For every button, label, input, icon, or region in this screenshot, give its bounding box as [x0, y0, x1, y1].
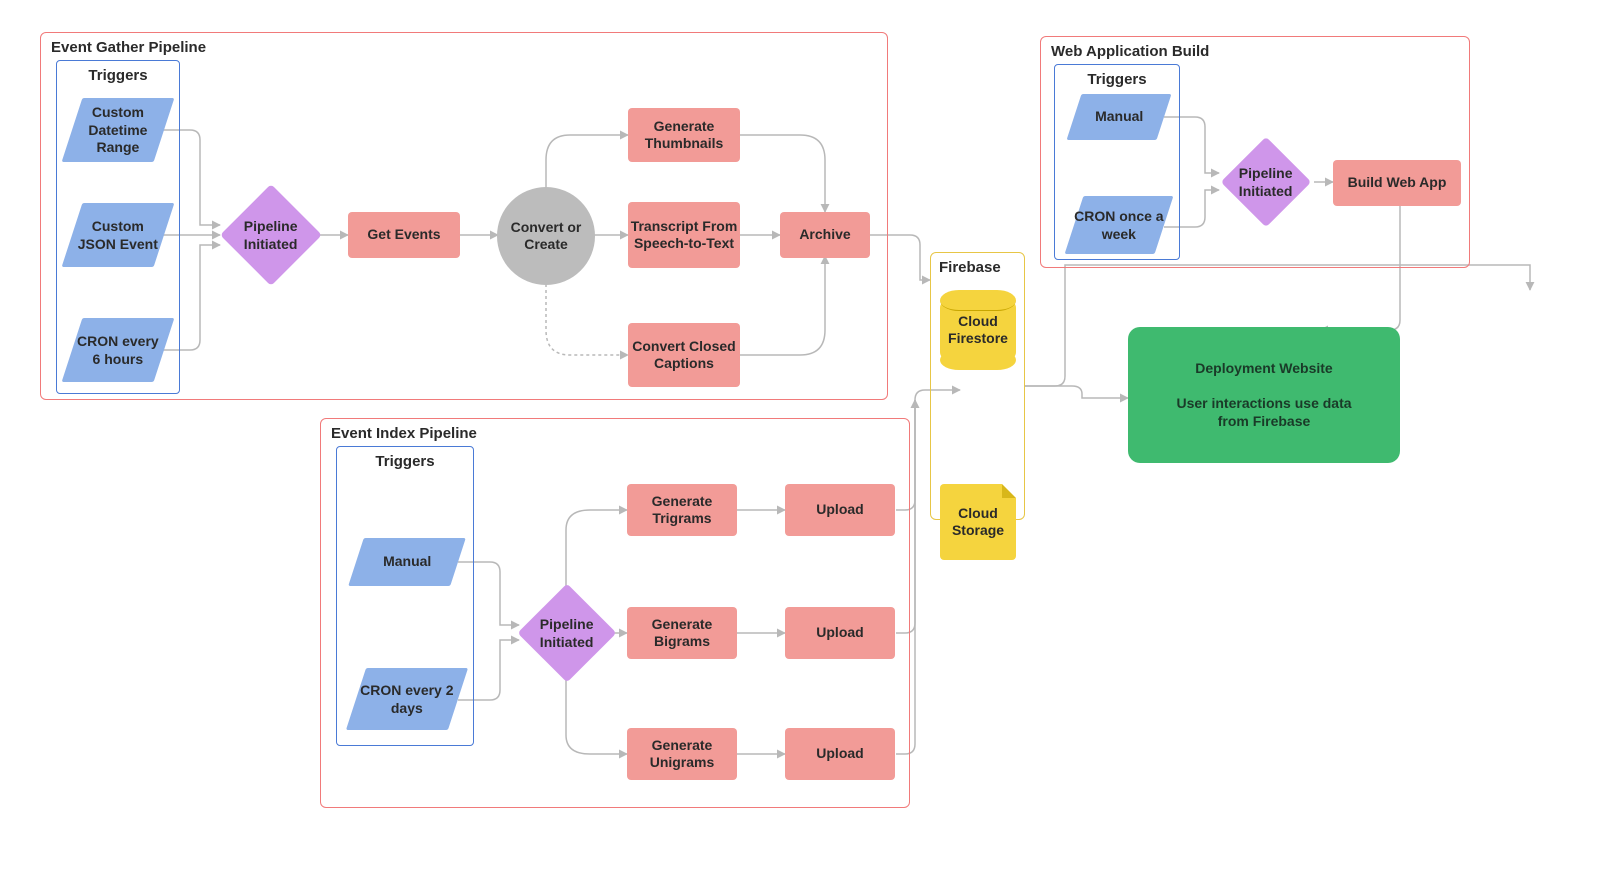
group-index-triggers-title: Triggers: [337, 453, 473, 470]
trigger-cron-once-a-week: CRON once a week: [1065, 196, 1174, 254]
index-generate-bigrams: Generate Bigrams: [627, 607, 737, 659]
index-upload-1: Upload: [785, 484, 895, 536]
trigger-manual-webapp: Manual: [1067, 94, 1172, 140]
deployment-subtitle: User interactions use data from Firebase: [1159, 395, 1369, 430]
index-upload-3: Upload: [785, 728, 895, 780]
index-upload-2: Upload: [785, 607, 895, 659]
group-title-gather: Event Gather Pipeline: [51, 39, 206, 56]
gather-transcript-stt: Transcript From Speech-to-Text: [628, 202, 740, 268]
group-title-index: Event Index Pipeline: [331, 425, 477, 442]
group-title-firebase: Firebase: [939, 259, 1001, 276]
index-generate-unigrams: Generate Unigrams: [627, 728, 737, 780]
group-webapp-triggers-title: Triggers: [1055, 71, 1179, 88]
gather-get-events: Get Events: [348, 212, 460, 258]
gather-convert-or-create-circle: Convert or Create: [497, 187, 595, 285]
trigger-custom-datetime-range: Custom Datetime Range: [62, 98, 175, 162]
gather-archive: Archive: [780, 212, 870, 258]
gather-generate-thumbnails: Generate Thumbnails: [628, 108, 740, 162]
group-gather-triggers-title: Triggers: [57, 67, 179, 84]
trigger-cron-2-days: CRON every 2 days: [346, 668, 468, 730]
gather-convert-cc: Convert Closed Captions: [628, 323, 740, 387]
firebase-cloud-firestore-db-icon: Cloud Firestore: [940, 300, 1016, 360]
index-generate-trigrams: Generate Trigrams: [627, 484, 737, 536]
deployment-title: Deployment Website: [1195, 360, 1332, 378]
group-title-webapp: Web Application Build: [1051, 43, 1209, 60]
deployment-website-box: Deployment Website User interactions use…: [1128, 327, 1400, 463]
trigger-manual-index: Manual: [348, 538, 466, 586]
webapp-build-web-app: Build Web App: [1333, 160, 1461, 206]
firebase-cloud-storage-file-icon: Cloud Storage: [940, 484, 1016, 560]
